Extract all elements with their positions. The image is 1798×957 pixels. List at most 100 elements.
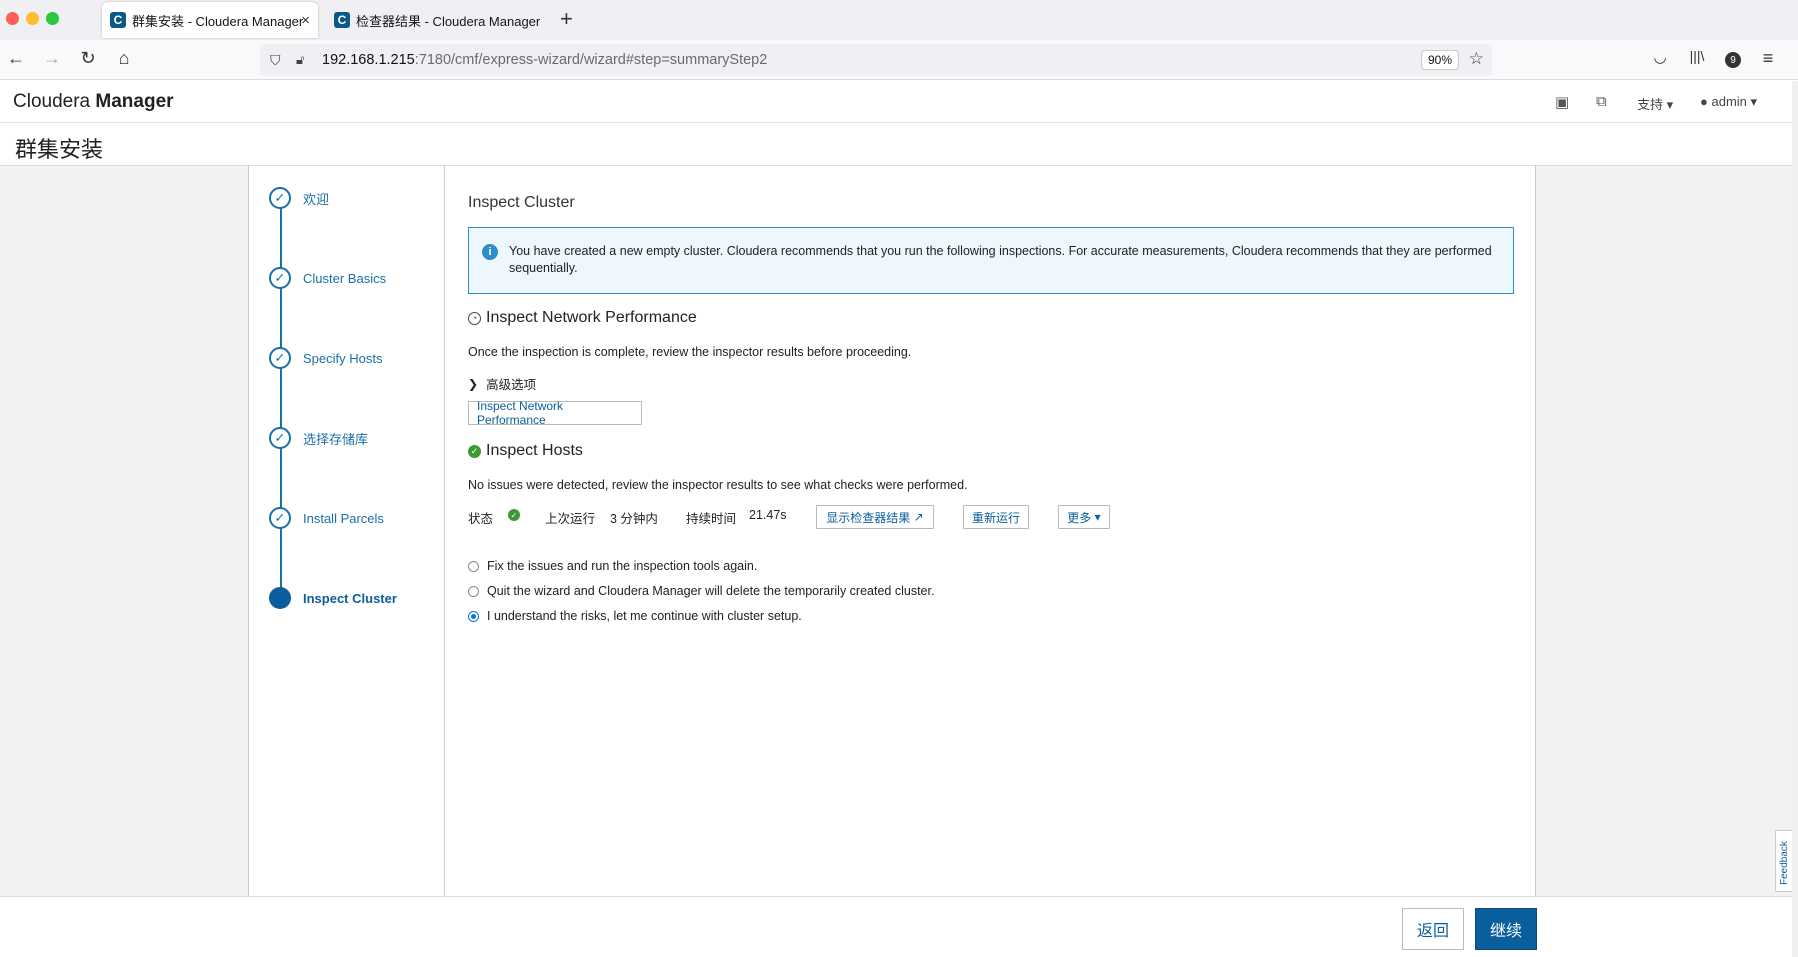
pocket-icon[interactable]: ◡ (1648, 48, 1672, 66)
step-select-repository[interactable]: ✓ 选择存储库 (269, 427, 368, 449)
browser-tab[interactable]: C 检查器结果 - Cloudera Manager (326, 2, 546, 38)
running-commands-icon[interactable]: ⧉ (1596, 93, 1607, 110)
reload-icon[interactable]: ↻ (76, 48, 100, 69)
check-icon: ✓ (269, 267, 291, 289)
window-zoom-button[interactable] (46, 12, 59, 25)
hosts-heading: ✓ Inspect Hosts (468, 442, 583, 460)
user-icon: ● (1700, 94, 1708, 109)
option-fix-issues[interactable]: Fix the issues and run the inspection to… (468, 559, 757, 573)
brand-light: Cloudera (13, 91, 91, 112)
inspect-network-button[interactable]: Inspect Network Performance (468, 399, 642, 427)
page-title: 群集安装 (15, 137, 104, 162)
option-continue-setup[interactable]: I understand the risks, let me continue … (468, 609, 802, 623)
insecure-lock-icon[interactable]: 🔓︎ (296, 52, 304, 68)
browser-tab-active[interactable]: C 群集安装 - Cloudera Manager × (102, 2, 318, 38)
step-label: Cluster Basics (303, 270, 387, 286)
option-label: Quit the wizard and Cloudera Manager wil… (487, 584, 935, 598)
hamburger-menu-icon[interactable]: ≡ (1756, 48, 1780, 69)
step-label: Inspect Cluster (303, 590, 397, 606)
back-arrow-icon[interactable]: ← (4, 48, 28, 69)
step-cluster-basics[interactable]: ✓ Cluster Basics (269, 267, 386, 289)
info-icon: i (482, 244, 498, 260)
check-icon: ✓ (269, 507, 291, 529)
check-icon: ✓ (269, 347, 291, 369)
step-label: Install Parcels (303, 510, 384, 526)
check-icon: ✓ (269, 427, 291, 449)
show-inspector-results-button[interactable]: 显示检查器结果 ↗ (816, 505, 934, 529)
wizard-footer: 返回 继续 (0, 896, 1792, 957)
zoom-level-badge[interactable]: 90% (1420, 50, 1459, 70)
url-host: 192.168.1.215 (322, 52, 415, 68)
hosts-title: Inspect Hosts (486, 442, 583, 459)
brand-bold: Manager (95, 91, 174, 112)
advanced-options-toggle[interactable]: ❯ 高级选项 (468, 374, 536, 393)
steps-connector-line (280, 198, 282, 598)
current-step-icon (269, 587, 291, 609)
support-menu[interactable]: 支持 ▾ (1637, 94, 1673, 113)
step-label: 选择存储库 (303, 431, 369, 447)
duration-value: 21.47s (749, 508, 787, 522)
duration-label: 持续时间 (686, 512, 737, 526)
url-bar[interactable]: ⛉ 🔓︎ 192.168.1.215:7180/cmf/express-wiza… (260, 44, 1492, 76)
forward-arrow-icon[interactable]: → (40, 48, 64, 69)
gift-icon[interactable]: ▣ (1555, 93, 1569, 111)
option-quit-wizard[interactable]: Quit the wizard and Cloudera Manager wil… (468, 584, 934, 598)
browser-tab-strip: C 群集安装 - Cloudera Manager × C 检查器结果 - Cl… (0, 0, 1798, 40)
last-run-value: 3 分钟内 (610, 512, 658, 526)
feedback-label: Feedback (1779, 841, 1790, 885)
rerun-button[interactable]: 重新运行 (963, 505, 1029, 529)
hosts-description: No issues were detected, review the insp… (468, 478, 968, 492)
support-label: 支持 (1637, 97, 1664, 112)
step-install-parcels[interactable]: ✓ Install Parcels (269, 507, 384, 529)
radio-button[interactable] (468, 585, 479, 597)
library-icon[interactable]: |||\ (1685, 48, 1709, 64)
status-ok-icon: ✓ (508, 509, 520, 521)
browser-navbar: ← → ↻ ⌂ ⛉ 🔓︎ 192.168.1.215:7180/cmf/expr… (0, 40, 1798, 80)
scrollbar[interactable] (1792, 81, 1798, 957)
success-check-icon: ✓ (468, 444, 481, 458)
network-heading: ◔ Inspect Network Performance (468, 309, 697, 327)
url-text[interactable]: 192.168.1.215:7180/cmf/express-wizard/wi… (322, 52, 767, 68)
caret-down-icon: ▾ (1094, 510, 1101, 524)
new-tab-icon[interactable]: + (560, 6, 573, 32)
info-text: You have created a new empty cluster. Cl… (509, 244, 1492, 275)
clock-icon: ◔ (468, 311, 481, 325)
step-inspect-cluster[interactable]: Inspect Cluster (269, 587, 397, 609)
show-results-label: 显示检查器结果 (826, 510, 911, 525)
window-minimize-button[interactable] (26, 12, 39, 25)
cloudera-favicon-icon: C (110, 12, 126, 28)
back-button[interactable]: 返回 (1402, 908, 1464, 950)
option-label: I understand the risks, let me continue … (487, 609, 802, 623)
extensions-badge[interactable]: 9 (1725, 52, 1741, 68)
status-label: 状态 (468, 512, 494, 526)
radio-button[interactable] (468, 560, 479, 572)
window-close-button[interactable] (6, 12, 19, 25)
step-label: 欢迎 (303, 191, 330, 207)
more-label: 更多 (1067, 510, 1092, 525)
tab-title: 检查器结果 - Cloudera Manager (356, 13, 541, 29)
wizard-steps: ✓ 欢迎 ✓ Cluster Basics ✓ Specify Hosts ✓ … (249, 166, 445, 896)
network-title: Inspect Network Performance (486, 309, 697, 326)
network-description: Once the inspection is complete, review … (468, 345, 912, 359)
option-label: Fix the issues and run the inspection to… (487, 559, 758, 573)
external-link-icon: ↗ (913, 510, 924, 524)
info-alert: i You have created a new empty cluster. … (468, 227, 1514, 294)
shield-icon: ⛉ (270, 51, 281, 68)
app-header: Cloudera Manager ▣ ⧉ 支持 ▾ ● admin ▾ (0, 81, 1792, 123)
more-dropdown-button[interactable]: 更多 ▾ (1058, 505, 1110, 529)
radio-button-selected[interactable] (468, 610, 479, 622)
home-icon[interactable]: ⌂ (112, 48, 136, 69)
tab-title: 群集安装 - Cloudera Manager (132, 13, 304, 29)
last-run-label: 上次运行 (545, 512, 596, 526)
continue-button[interactable]: 继续 (1475, 908, 1537, 950)
url-path: :7180/cmf/express-wizard/wizard#step=sum… (414, 52, 768, 68)
step-specify-hosts[interactable]: ✓ Specify Hosts (269, 347, 382, 369)
check-icon: ✓ (269, 187, 291, 209)
tab-close-icon[interactable]: × (301, 12, 310, 29)
step-welcome[interactable]: ✓ 欢迎 (269, 187, 329, 209)
bookmark-star-icon[interactable]: ☆ (1469, 49, 1484, 69)
section-title: Inspect Cluster (468, 194, 575, 211)
step-label: Specify Hosts (303, 350, 383, 366)
user-menu[interactable]: ● admin ▾ (1700, 94, 1757, 110)
cloudera-manager-logo[interactable]: Cloudera Manager (13, 91, 174, 113)
